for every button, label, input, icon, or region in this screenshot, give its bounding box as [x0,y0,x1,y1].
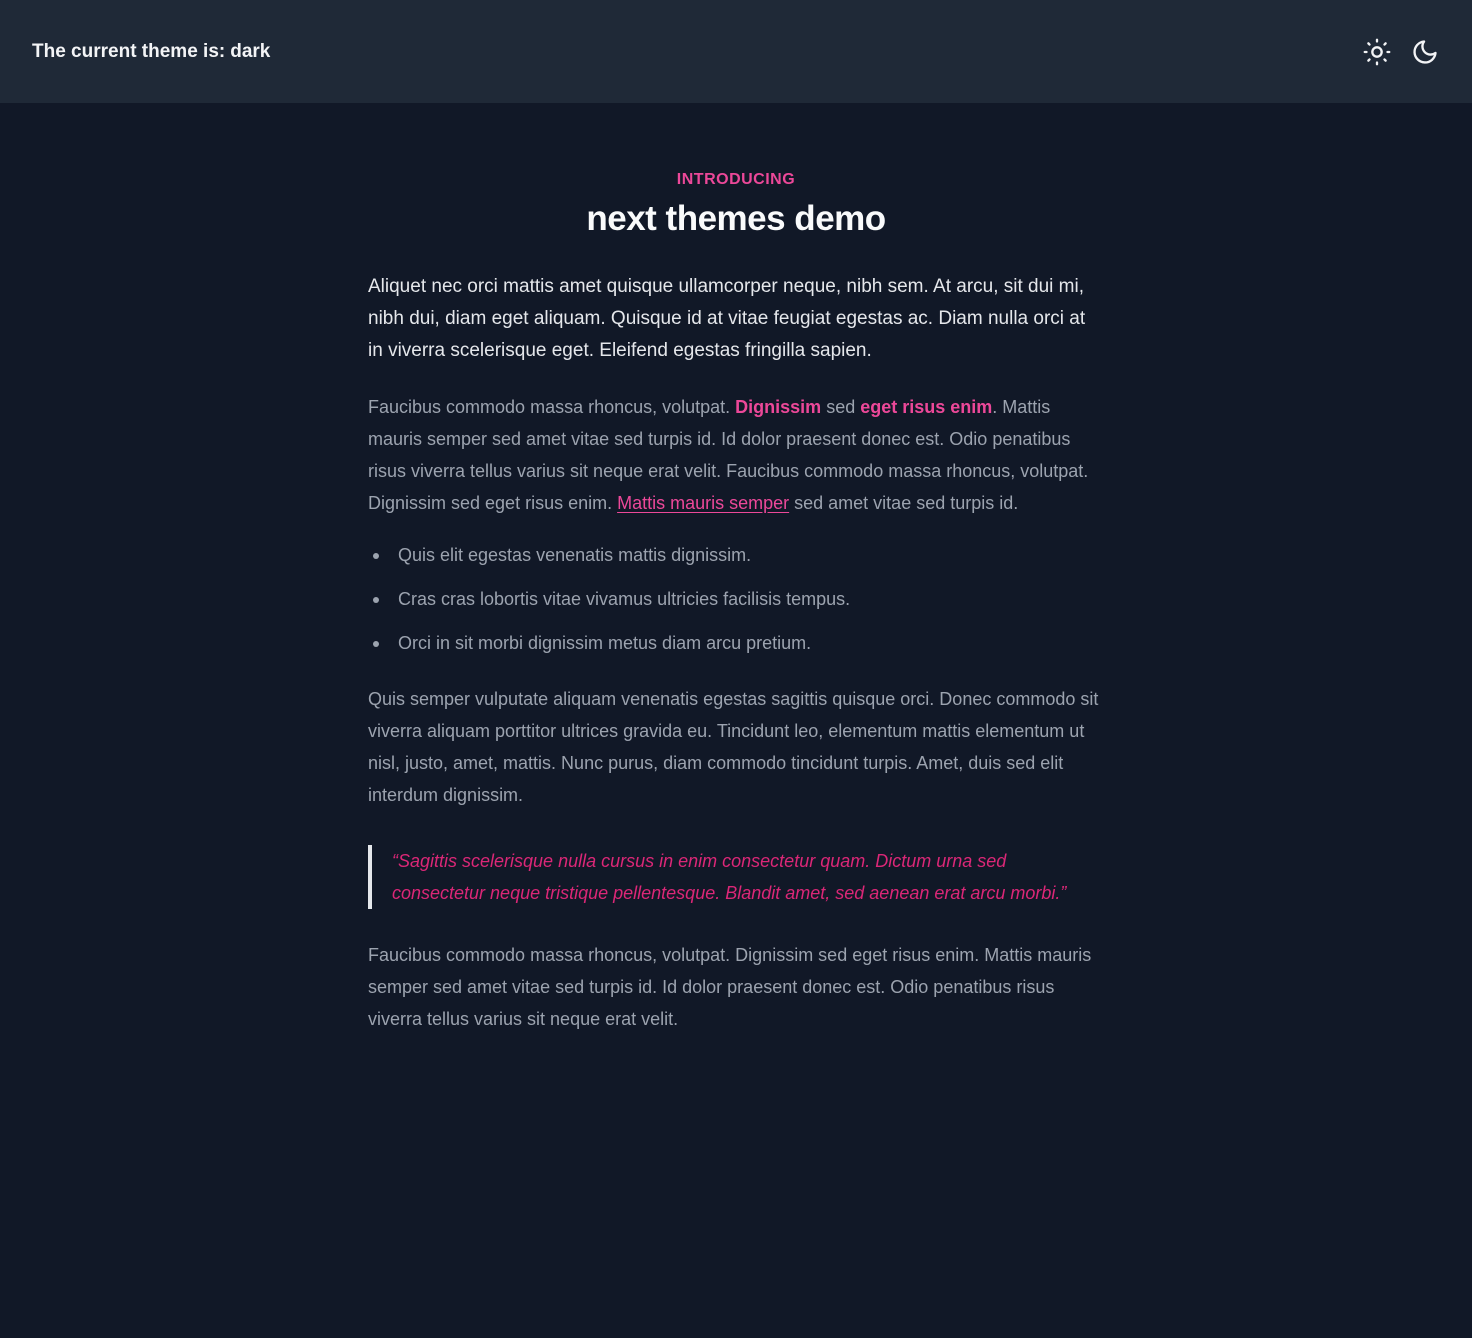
theme-status-value: dark [230,40,271,62]
bullet-list: Quis elit egestas venenatis mattis digni… [368,539,1104,659]
paragraph-1-text: sed amet vitae sed turpis id. [789,493,1019,513]
top-bar: The current theme is: dark [0,0,1472,103]
paragraph-3: Faucibus commodo massa rhoncus, volutpat… [368,945,1092,1029]
blockquote: “Sagittis scelerisque nulla cursus in en… [368,845,1104,909]
theme-switcher [1362,37,1440,67]
paragraph-1-text: sed [821,397,861,417]
page-title: next themes demo [586,199,886,238]
theme-status: The current theme is: dark [32,41,270,63]
emphasis-dignissim: Dignissim [735,397,822,417]
emphasis-eget-risus-enim: eget risus enim [860,397,993,417]
list-item: Quis elit egestas venenatis mattis digni… [368,539,1104,571]
sun-icon [1363,38,1391,65]
inline-link[interactable]: Mattis mauris semper [617,493,789,513]
theme-status-prefix: The current theme is: [32,40,226,62]
paragraph-2: Quis semper vulputate aliquam venenatis … [368,689,1099,805]
paragraph-1-text: Faucibus commodo massa rhoncus, volutpat… [368,397,736,417]
paragraph-1: Faucibus commodo massa rhoncus, volutpat… [368,391,1104,519]
list-item: Cras cras lobortis vitae vivamus ultrici… [368,583,1104,615]
dark-theme-button[interactable] [1410,37,1440,67]
eyebrow-label: Introducing [676,171,796,188]
lead-paragraph: Aliquet nec orci mattis amet quisque ull… [368,276,1086,361]
moon-icon [1413,39,1437,64]
light-theme-button[interactable] [1362,37,1392,67]
list-item: Orci in sit morbi dignissim metus diam a… [368,627,1104,659]
article: Introducing next themes demo Aliquet nec… [368,103,1104,1035]
